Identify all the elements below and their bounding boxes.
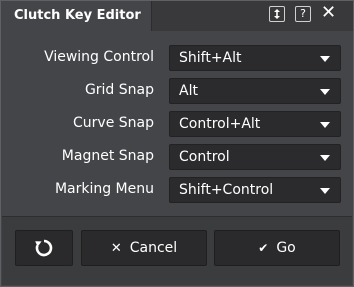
go-button[interactable]: ✔ Go <box>214 230 340 266</box>
x-icon: ✕ <box>110 240 122 256</box>
dropdown-curve-snap[interactable]: Control+Alt <box>169 111 341 137</box>
chevron-down-icon <box>320 155 330 161</box>
dropdown-value: Shift+Control <box>179 182 274 198</box>
dropdown-value: Control+Alt <box>179 116 261 132</box>
chevron-down-icon <box>320 89 330 95</box>
label-viewing-control: Viewing Control <box>44 49 154 65</box>
clutch-key-editor-window: Clutch Key Editor ? ✕ Viewing Control Sh… <box>0 0 354 287</box>
resize-vertical-icon[interactable] <box>269 6 285 22</box>
label-grid-snap: Grid Snap <box>84 82 154 98</box>
dropdown-value: Shift+Alt <box>179 50 242 66</box>
button-bar: ✕ Cancel ✔ Go <box>2 216 352 285</box>
help-box: ? <box>295 6 311 22</box>
label-magnet-snap: Magnet Snap <box>61 148 154 164</box>
cancel-button[interactable]: ✕ Cancel <box>81 230 207 266</box>
resize-vertical-glyph <box>274 9 280 19</box>
chevron-down-icon <box>320 188 330 194</box>
resize-box <box>269 6 285 22</box>
close-icon[interactable]: ✕ <box>321 2 337 23</box>
dropdown-marking-menu[interactable]: Shift+Control <box>169 177 341 203</box>
check-icon: ✔ <box>258 241 269 255</box>
title-bar: Clutch Key Editor ? ✕ <box>1 1 353 31</box>
dropdown-value: Control <box>179 149 230 165</box>
close-glyph: ✕ <box>321 2 337 23</box>
cancel-label: Cancel <box>129 240 178 256</box>
dropdown-value: Alt <box>179 83 198 99</box>
dropdown-magnet-snap[interactable]: Control <box>169 144 341 170</box>
dropdown-grid-snap[interactable]: Alt <box>169 78 341 104</box>
window-title: Clutch Key Editor <box>14 8 141 23</box>
dropdown-viewing-control[interactable]: Shift+Alt <box>169 45 341 71</box>
help-icon[interactable]: ? <box>295 6 311 22</box>
label-curve-snap: Curve Snap <box>73 115 154 131</box>
chevron-down-icon <box>320 56 330 62</box>
chevron-down-icon <box>320 122 330 128</box>
title-tab[interactable]: Clutch Key Editor <box>1 1 152 31</box>
reset-button[interactable] <box>15 230 73 266</box>
label-marking-menu: Marking Menu <box>54 181 154 197</box>
go-label: Go <box>276 240 296 256</box>
reset-icon <box>35 239 53 257</box>
